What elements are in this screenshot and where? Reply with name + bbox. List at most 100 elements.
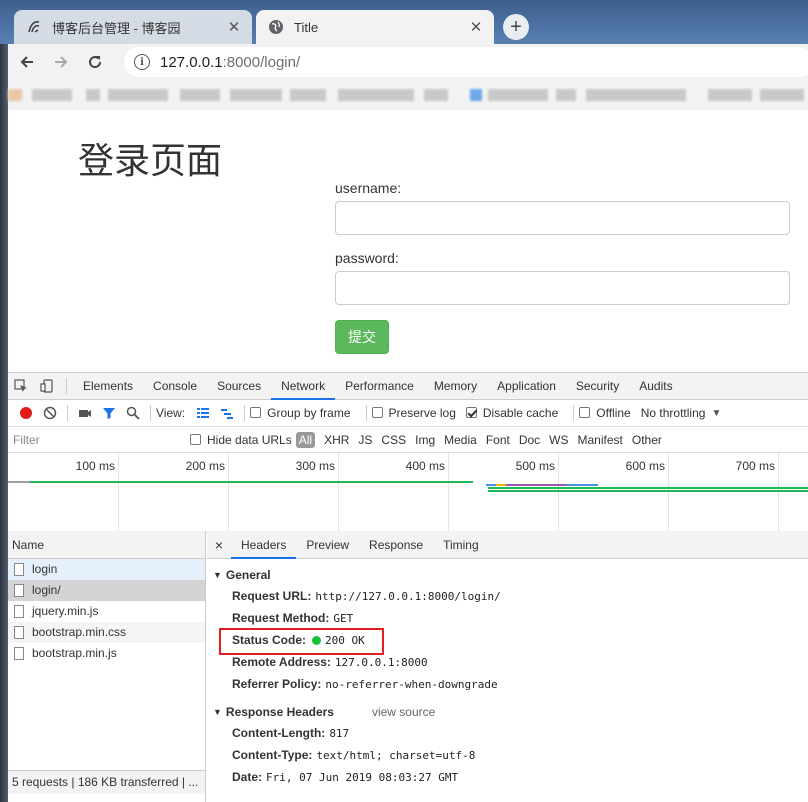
panel-elements[interactable]: Elements <box>73 373 143 400</box>
header-key: Content-Length: <box>232 726 326 740</box>
close-detail-icon[interactable]: × <box>207 537 231 553</box>
username-input[interactable] <box>335 201 790 235</box>
script-file-icon <box>14 605 24 618</box>
forward-button[interactable] <box>46 47 76 77</box>
bookmark-blur[interactable] <box>424 89 448 101</box>
address-bar[interactable]: i 127.0.0.1:8000/login/ <box>124 47 808 77</box>
document-file-icon <box>14 563 24 576</box>
panel-console[interactable]: Console <box>143 373 207 400</box>
panel-performance[interactable]: Performance <box>335 373 424 400</box>
tab-preview[interactable]: Preview <box>296 531 359 559</box>
filter-type[interactable]: XHR <box>324 433 349 447</box>
close-tab-icon[interactable]: ✕ <box>468 19 484 36</box>
bookmark-blur[interactable] <box>760 89 804 101</box>
filter-type[interactable]: JS <box>358 433 372 447</box>
filter-type[interactable]: Img <box>415 433 435 447</box>
login-form: username: password: 提交 <box>335 180 791 354</box>
request-row[interactable]: jquery.min.js <box>8 601 205 622</box>
detail-tabbar: × Headers Preview Response Timing <box>207 531 808 559</box>
bookmark-blur[interactable] <box>8 89 22 101</box>
panel-application[interactable]: Application <box>487 373 566 400</box>
document-file-icon <box>14 584 24 597</box>
hide-data-urls-toggle[interactable]: Hide data URLs <box>190 433 292 447</box>
name-column-header[interactable]: Name <box>8 531 205 559</box>
inspect-element-icon[interactable] <box>8 373 34 399</box>
checkbox[interactable] <box>250 407 262 418</box>
filter-icon[interactable] <box>97 401 121 425</box>
bookmark-blur[interactable] <box>290 89 326 101</box>
request-row[interactable]: login <box>8 559 205 580</box>
tab-response[interactable]: Response <box>359 531 433 559</box>
panel-security[interactable]: Security <box>566 373 629 400</box>
close-tab-icon[interactable]: ✕ <box>226 19 242 36</box>
clear-icon[interactable] <box>38 401 62 425</box>
bookmark-blur[interactable] <box>230 89 282 101</box>
bookmark-blur[interactable] <box>586 89 686 101</box>
expand-triangle-icon: ▼ <box>213 570 222 580</box>
filter-type[interactable]: Doc <box>519 433 540 447</box>
large-rows-icon[interactable] <box>191 401 215 425</box>
filter-all[interactable]: All <box>295 431 316 448</box>
checkbox[interactable] <box>190 433 201 445</box>
offline-toggle[interactable]: Offline <box>579 406 631 420</box>
password-input[interactable] <box>335 271 790 305</box>
dropdown-arrow-icon[interactable]: ▼ <box>711 408 721 419</box>
devtools-panel: Elements Console Sources Network Perform… <box>8 372 808 802</box>
screenshot-camera-icon[interactable] <box>73 401 97 425</box>
info-icon[interactable]: i <box>134 54 150 70</box>
tab-timing[interactable]: Timing <box>433 531 489 559</box>
tab-cnblogs[interactable]: 博客后台管理 - 博客园 ✕ <box>14 10 252 44</box>
general-section-header[interactable]: ▼ General <box>207 568 808 582</box>
panel-sources[interactable]: Sources <box>207 373 271 400</box>
filter-type[interactable]: Other <box>632 433 662 447</box>
filter-type[interactable]: CSS <box>381 433 406 447</box>
checkbox[interactable] <box>579 407 591 418</box>
panel-audits[interactable]: Audits <box>629 373 682 400</box>
bookmark-blur[interactable] <box>470 89 482 101</box>
panel-memory[interactable]: Memory <box>424 373 487 400</box>
search-icon[interactable] <box>121 401 145 425</box>
bookmark-blur[interactable] <box>338 89 414 101</box>
timeline-bar <box>488 487 808 489</box>
option-label: Disable cache <box>482 406 559 420</box>
view-source-link[interactable]: view source <box>372 705 435 719</box>
tab-title-page[interactable]: Title ✕ <box>256 10 494 44</box>
timeline-bar <box>8 481 30 483</box>
panel-network[interactable]: Network <box>271 373 336 400</box>
waterfall-view-icon[interactable] <box>215 401 239 425</box>
throttling-select[interactable]: No throttling <box>641 406 706 420</box>
header-row: Request URL: http://127.0.0.1:8000/login/ <box>207 585 808 607</box>
request-row[interactable]: login/ <box>8 580 205 601</box>
response-headers-section-header[interactable]: ▼ Response Headers view source <box>207 705 808 719</box>
group-by-frame-toggle[interactable]: Group by frame <box>250 406 351 420</box>
timeline-label: 300 ms <box>295 459 335 473</box>
checkbox-checked[interactable] <box>465 407 477 418</box>
bookmark-blur[interactable] <box>180 89 220 101</box>
checkbox[interactable] <box>371 407 383 418</box>
disable-cache-toggle[interactable]: Disable cache <box>465 406 559 420</box>
option-label: Group by frame <box>267 406 351 420</box>
preserve-log-toggle[interactable]: Preserve log <box>371 406 456 420</box>
bookmark-blur[interactable] <box>32 89 72 101</box>
filter-type[interactable]: Manifest <box>578 433 623 447</box>
request-row[interactable]: bootstrap.min.css <box>8 622 205 643</box>
submit-button[interactable]: 提交 <box>335 320 389 354</box>
bookmark-blur[interactable] <box>86 89 100 101</box>
device-toolbar-icon[interactable] <box>34 373 60 399</box>
filter-type[interactable]: Font <box>486 433 510 447</box>
filter-input[interactable]: Filter <box>10 429 178 450</box>
tab-headers[interactable]: Headers <box>231 531 297 559</box>
bookmark-blur[interactable] <box>108 89 168 101</box>
reload-button[interactable] <box>80 47 110 77</box>
back-button[interactable] <box>12 47 42 77</box>
filter-type[interactable]: WS <box>549 433 568 447</box>
request-row[interactable]: bootstrap.min.js <box>8 643 205 664</box>
new-tab-button[interactable]: + <box>503 14 529 40</box>
password-label: password: <box>335 250 399 266</box>
filter-type[interactable]: Media <box>444 433 477 447</box>
bookmark-blur[interactable] <box>556 89 576 101</box>
network-overview-timeline[interactable]: 100 ms 200 ms 300 ms 400 ms 500 ms 600 m… <box>8 453 808 533</box>
bookmark-blur[interactable] <box>708 89 752 101</box>
bookmark-blur[interactable] <box>488 89 548 101</box>
record-icon[interactable] <box>14 401 38 425</box>
